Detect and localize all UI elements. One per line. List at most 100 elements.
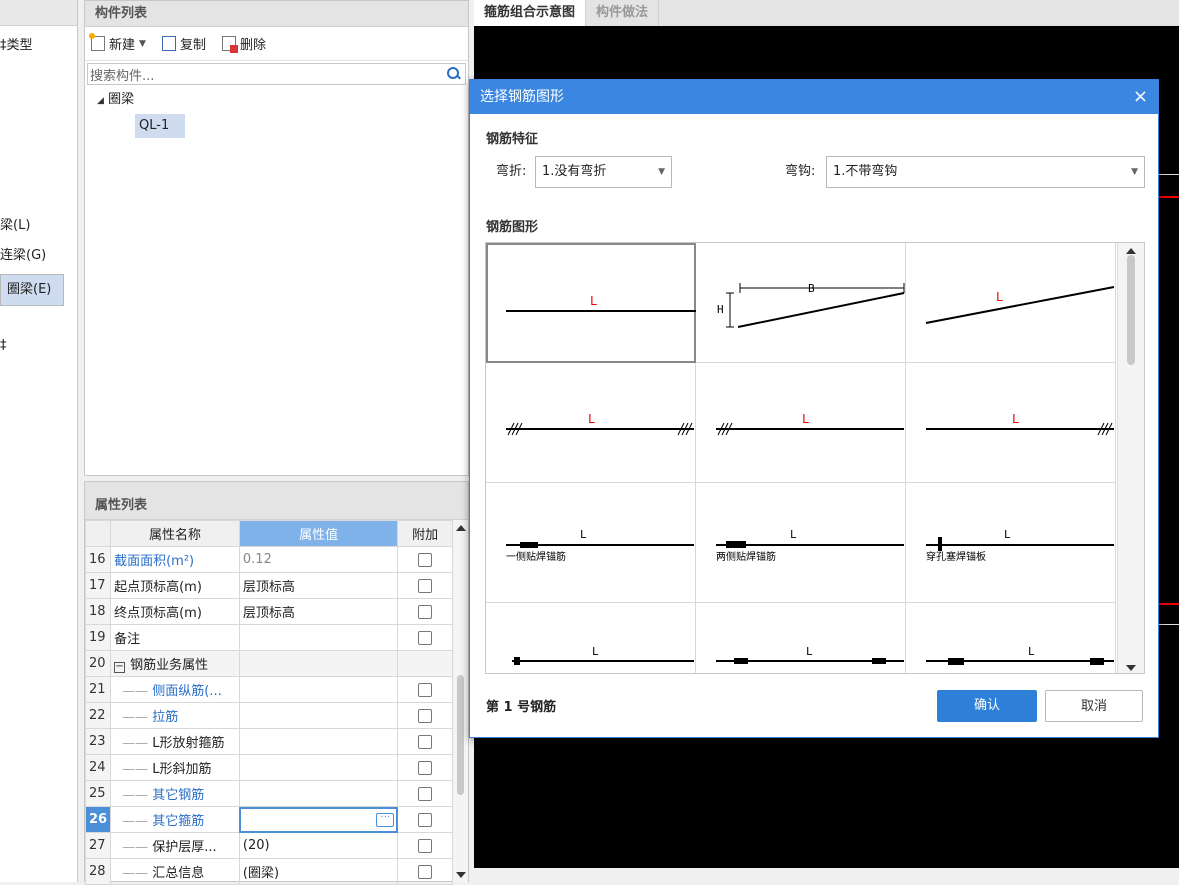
property-value[interactable] <box>238 754 399 781</box>
type-panel-header <box>0 0 77 26</box>
type-item-beam[interactable]: 梁(L) <box>0 214 30 238</box>
table-row[interactable]: 19 备注 <box>84 624 453 651</box>
property-value-editor[interactable]: ··· <box>238 806 399 833</box>
scrollbar-thumb[interactable] <box>1127 255 1135 365</box>
property-value[interactable] <box>238 728 399 755</box>
property-scrollbar[interactable] <box>453 520 468 882</box>
row-num-header <box>84 520 112 547</box>
property-value[interactable]: (20) <box>238 832 399 859</box>
search-icon[interactable] <box>447 67 461 81</box>
extra-checkbox[interactable] <box>418 864 433 879</box>
shape-cell-both-ends-fixed[interactable]: L <box>486 363 696 483</box>
delete-button[interactable]: 删除 <box>221 34 266 53</box>
extra-checkbox[interactable] <box>418 604 433 619</box>
shape-grid-scrollbar[interactable] <box>1117 243 1144 673</box>
shape-cell-right-fixed[interactable]: L <box>906 363 1116 483</box>
table-row[interactable]: 25 —— 其它钢筋 <box>84 780 453 807</box>
extra-cell <box>397 650 453 677</box>
extra-checkbox[interactable] <box>418 838 433 853</box>
type-item-coupling-beam[interactable]: 连梁(G) <box>0 244 46 268</box>
shape-one-side-weld-icon: L 一侧贴焊锚筋 <box>506 528 694 563</box>
type-item-ring-beam[interactable]: 圈梁(E) <box>0 274 64 306</box>
table-row[interactable]: 24 —— L形斜加筋 <box>84 754 453 781</box>
property-value[interactable] <box>238 702 399 729</box>
scrollbar-thumb[interactable] <box>457 675 464 795</box>
property-value[interactable]: 层顶标高 <box>238 598 399 625</box>
extra-cell <box>397 598 453 625</box>
extra-checkbox[interactable] <box>418 682 433 697</box>
ellipsis-button[interactable]: ··· <box>376 813 395 827</box>
extra-checkbox[interactable] <box>418 552 433 567</box>
copy-button[interactable]: 复制 <box>161 34 206 53</box>
scroll-down-icon[interactable] <box>456 872 466 878</box>
type-item-type[interactable]: ‡类型 <box>0 34 33 58</box>
table-row-group[interactable]: 20 − 钢筋业务属性 <box>84 650 453 677</box>
table-row-current[interactable]: 26 —— 其它箍筋 ··· <box>84 806 453 833</box>
chevron-down-icon[interactable]: ▼ <box>139 39 146 49</box>
property-value[interactable]: (圈梁) <box>238 858 399 885</box>
shape-cell-straight[interactable]: L <box>486 243 696 363</box>
tree-item-ql1[interactable]: QL-1 <box>135 114 185 138</box>
property-name-label: 拉筋 <box>152 710 179 725</box>
extra-checkbox[interactable] <box>418 760 433 775</box>
collapse-triangle-icon[interactable]: ◢ <box>97 96 104 106</box>
close-icon[interactable]: × <box>1133 80 1148 114</box>
property-value[interactable]: 层顶标高 <box>238 572 399 599</box>
table-row[interactable]: 21 —— 侧面纵筋(... <box>84 676 453 703</box>
table-row[interactable]: 16 截面面积(m²) 0.12 <box>84 546 453 573</box>
table-row[interactable]: 28 —— 汇总信息 (圈梁) <box>84 858 453 885</box>
search-input[interactable]: 搜索构件... <box>87 63 466 85</box>
shape-plug-weld-icon: L 穿孔塞焊锚板 <box>926 528 1114 563</box>
extra-cell <box>397 858 453 885</box>
bend-select[interactable]: 1.没有弯折 ▼ <box>535 156 672 188</box>
shape-cell-plug-weld[interactable]: L 穿孔塞焊锚板 <box>906 483 1116 603</box>
hook-select[interactable]: 1.不带弯钩 ▼ <box>826 156 1145 188</box>
property-value[interactable] <box>238 780 399 807</box>
table-row[interactable]: 27 —— 保护层厚... (20) <box>84 832 453 859</box>
new-button[interactable]: 新建 ▼ <box>89 33 146 53</box>
cancel-button[interactable]: 取消 <box>1045 690 1143 722</box>
shape-cell-two-end-weld[interactable]: L <box>696 603 906 673</box>
extra-checkbox[interactable] <box>418 630 433 645</box>
tree-group-label: 圈梁 <box>108 92 135 107</box>
extra-checkbox[interactable] <box>418 708 433 723</box>
type-item-other[interactable]: ‡ <box>0 334 7 358</box>
extra-checkbox[interactable] <box>418 578 433 593</box>
extra-checkbox[interactable] <box>418 812 433 827</box>
property-value[interactable] <box>238 676 399 703</box>
extra-checkbox[interactable] <box>418 734 433 749</box>
property-name: —— 保护层厚... <box>110 832 240 859</box>
row-number: 17 <box>84 572 112 599</box>
tab-stirrup-diagram[interactable]: 箍筋组合示意图 <box>474 0 587 26</box>
scroll-up-icon[interactable] <box>456 525 466 531</box>
table-row[interactable]: 17 起点顶标高(m) 层顶标高 <box>84 572 453 599</box>
shape-cell-left-fixed[interactable]: L <box>696 363 906 483</box>
shape-cell-sloped[interactable]: L <box>906 243 1116 363</box>
row-number: 20 <box>84 650 112 677</box>
shape-cell-sloped-bh[interactable]: B H <box>696 243 906 363</box>
shape-cell-two-side-weld[interactable]: L 两侧贴焊锚筋 <box>696 483 906 603</box>
property-value[interactable] <box>238 624 399 651</box>
property-group-name: − 钢筋业务属性 <box>110 650 240 677</box>
scroll-up-icon[interactable] <box>1126 248 1136 254</box>
table-row[interactable]: 18 终点顶标高(m) 层顶标高 <box>84 598 453 625</box>
shape-cell-one-side-weld[interactable]: L 一侧贴焊锚筋 <box>486 483 696 603</box>
table-row[interactable]: 23 —— L形放射箍筋 <box>84 728 453 755</box>
property-value[interactable]: 0.12 <box>238 546 399 573</box>
rebar-shape-grid: L B H L L L L L 一侧贴焊锚筋 L 两侧贴焊锚筋 L 穿孔塞焊锚板… <box>485 242 1145 674</box>
scroll-down-icon[interactable] <box>1126 665 1136 671</box>
shape-cell-two-end-double-weld[interactable]: L <box>906 603 1116 673</box>
shape-cell-anchor-plate[interactable]: L <box>486 603 696 673</box>
collapse-icon[interactable]: − <box>114 662 126 673</box>
property-name: —— 其它钢筋 <box>110 780 240 807</box>
viewer-tabs: 箍筋组合示意图 构件做法 <box>474 0 1179 26</box>
table-row[interactable]: 22 —— 拉筋 <box>84 702 453 729</box>
extra-checkbox[interactable] <box>418 786 433 801</box>
tree-group-ring-beam[interactable]: ◢ 圈梁 <box>97 89 134 111</box>
row-number: 27 <box>84 832 112 859</box>
property-name: 起点顶标高(m) <box>110 572 240 599</box>
tab-component-method[interactable]: 构件做法 <box>586 0 660 26</box>
confirm-button[interactable]: 确认 <box>937 690 1037 722</box>
shape-label: L <box>1012 412 1019 426</box>
tree-line-icon: —— <box>122 866 149 881</box>
